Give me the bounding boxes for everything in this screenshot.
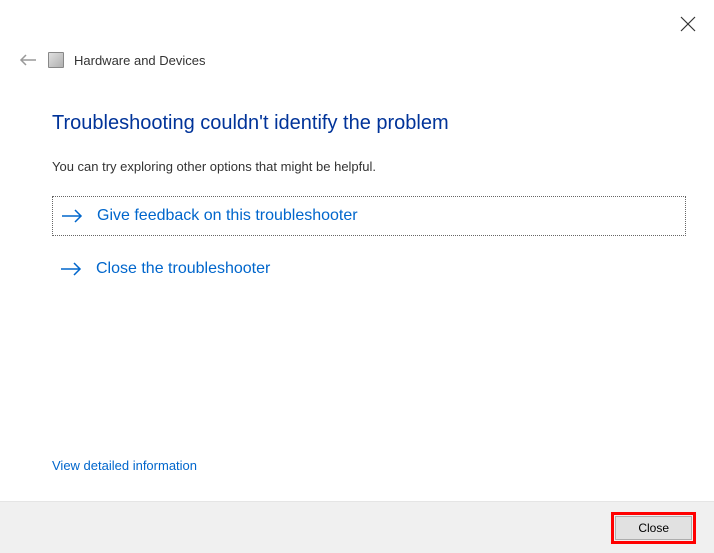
hardware-icon [48,52,64,68]
option-give-feedback[interactable]: Give feedback on this troubleshooter [52,196,686,236]
main-content: Troubleshooting couldn't identify the pr… [52,112,686,302]
page-description: You can try exploring other options that… [52,159,686,174]
close-icon [680,16,696,32]
back-button[interactable] [18,50,38,70]
arrow-right-icon [61,208,83,224]
option-close-troubleshooter[interactable]: Close the troubleshooter [52,250,686,288]
page-heading: Troubleshooting couldn't identify the pr… [52,112,686,135]
arrow-right-icon [60,261,82,277]
header-bar: Hardware and Devices [18,50,206,70]
option-label: Give feedback on this troubleshooter [97,207,358,225]
footer-bar: Close [0,501,714,553]
close-button-highlight: Close [611,512,696,544]
view-detailed-link[interactable]: View detailed information [52,458,197,473]
window-close-button[interactable] [680,16,696,32]
option-label: Close the troubleshooter [96,260,270,278]
header-title: Hardware and Devices [74,53,206,68]
arrow-left-icon [19,53,37,67]
close-button[interactable]: Close [615,516,692,540]
